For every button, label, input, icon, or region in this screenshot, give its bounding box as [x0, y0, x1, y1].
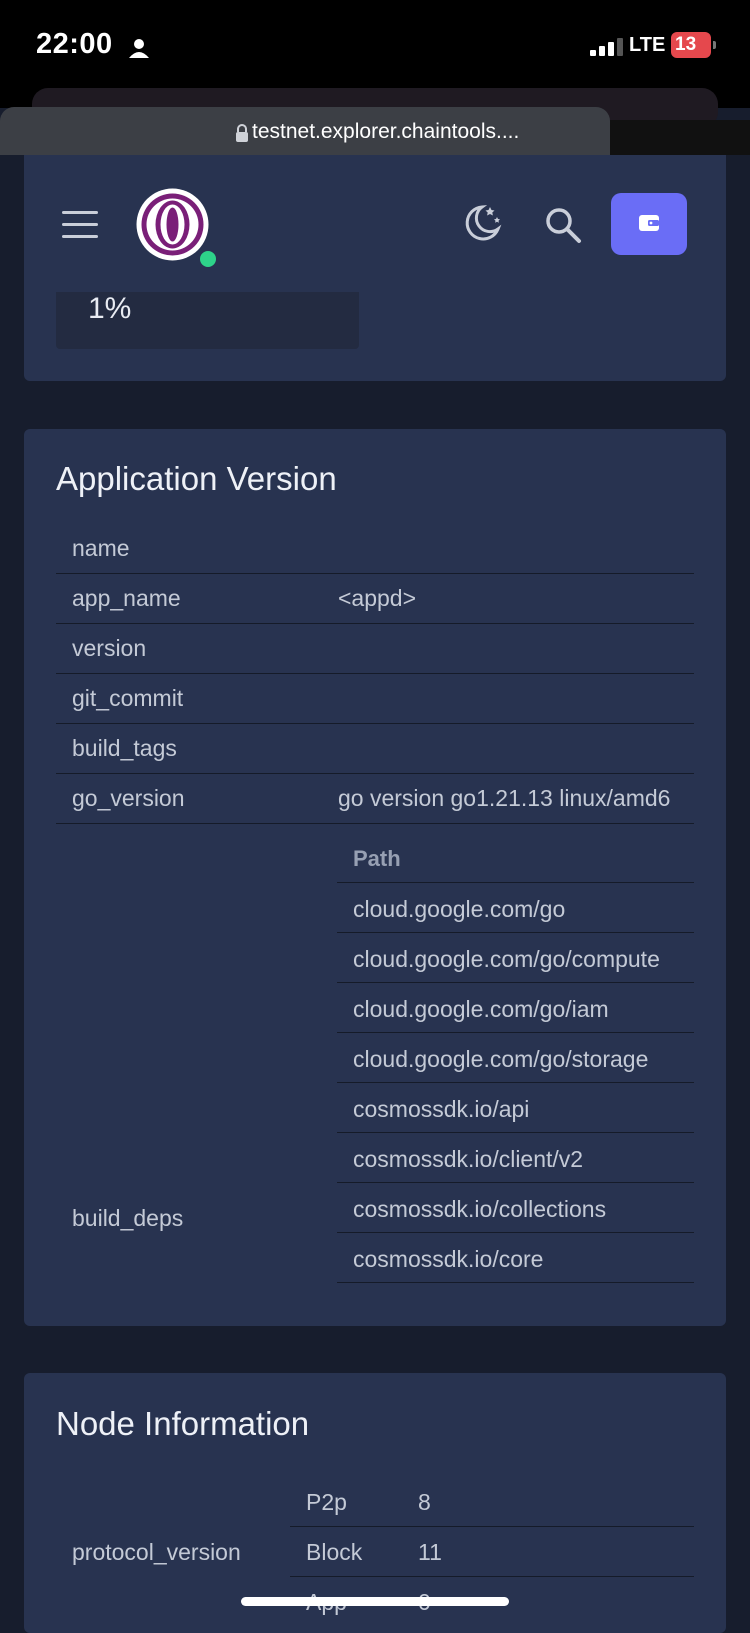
row-label-name: name — [72, 535, 130, 561]
wallet-button[interactable] — [611, 193, 687, 255]
table-divider — [56, 723, 694, 724]
dependency-path: cosmossdk.io/client/v2 — [353, 1146, 584, 1172]
dependency-path: cloud.google.com/go/storage — [353, 1046, 649, 1072]
table-divider — [337, 1282, 694, 1283]
progress-value: 1% — [88, 292, 132, 325]
table-divider — [56, 623, 694, 624]
address-bar-edge — [610, 120, 750, 155]
protocol-value-block: 11 — [418, 1539, 442, 1565]
lock-icon — [236, 124, 248, 142]
dependency-path: cloud.google.com/go/iam — [353, 996, 609, 1022]
dependency-path: cosmossdk.io/core — [353, 1246, 544, 1272]
row-value-app-name: <appd> — [338, 585, 417, 611]
row-value-go-version: go version go1.21.13 linux/amd6 — [338, 785, 671, 811]
dependency-path: cloud.google.com/go — [353, 896, 566, 922]
protocol-value-p2p: 8 — [418, 1489, 431, 1515]
url-text[interactable]: testnet.explorer.chaintools.... — [252, 120, 519, 144]
chain-logo[interactable] — [135, 187, 210, 262]
dependency-path: cosmossdk.io/collections — [353, 1196, 607, 1222]
battery-icon: 13 — [671, 32, 717, 58]
build-deps-list: cloud.google.com/go cloud.google.com/go/… — [337, 883, 694, 1283]
table-divider — [337, 1032, 694, 1033]
row-label-build-tags: build_tags — [72, 735, 177, 761]
cellular-signal-icon — [590, 38, 623, 56]
menu-icon[interactable] — [62, 211, 98, 238]
table-divider — [337, 1182, 694, 1183]
network-type: LTE — [629, 34, 666, 56]
table-divider — [56, 773, 694, 774]
row-label-build-deps: build_deps — [72, 1205, 184, 1231]
table-divider — [337, 1082, 694, 1083]
row-label-go-version: go_version — [72, 785, 185, 811]
row-label-protocol-version: protocol_version — [72, 1539, 241, 1565]
table-divider — [290, 1526, 694, 1527]
table-divider — [337, 982, 694, 983]
protocol-key-p2p: P2p — [306, 1489, 347, 1515]
row-label-version: version — [72, 635, 147, 661]
row-label-git-commit: git_commit — [72, 685, 184, 711]
path-column-header: Path — [353, 846, 401, 871]
table-divider — [56, 573, 694, 574]
wallet-icon — [639, 215, 659, 231]
go-version-cell: go version go1.21.13 linux/amd6 — [338, 782, 694, 814]
table-divider — [337, 1132, 694, 1133]
table-divider — [290, 1576, 694, 1577]
online-status-dot — [200, 251, 216, 267]
person-icon — [129, 39, 149, 58]
battery-level: 13 — [675, 34, 697, 55]
dependency-path: cosmossdk.io/api — [353, 1096, 530, 1122]
search-icon[interactable] — [544, 206, 582, 244]
table-divider — [337, 1232, 694, 1233]
table-divider — [56, 823, 694, 824]
node-information-title: Node Information — [56, 1405, 310, 1442]
dependency-path: cloud.google.com/go/compute — [353, 946, 660, 972]
protocol-key-block: Block — [306, 1539, 363, 1565]
home-indicator[interactable] — [241, 1597, 509, 1606]
row-label-app-name: app_name — [72, 585, 181, 611]
status-time: 22:00 — [36, 28, 113, 60]
table-divider — [56, 673, 694, 674]
table-divider — [337, 932, 694, 933]
theme-toggle-icon[interactable] — [460, 201, 504, 245]
application-version-title: Application Version — [56, 460, 337, 497]
